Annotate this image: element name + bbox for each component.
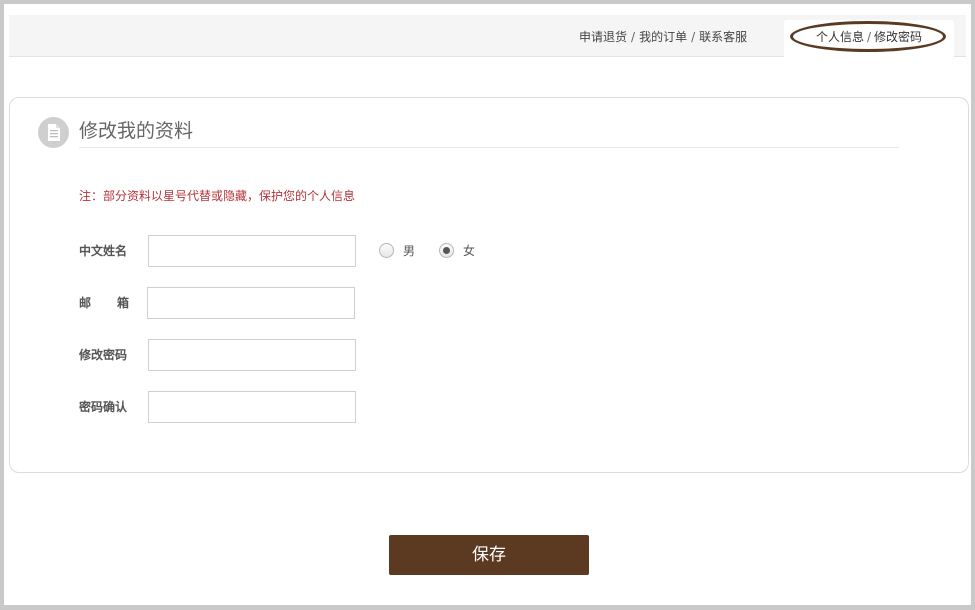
my-orders-link[interactable]: 我的订单 — [639, 30, 687, 44]
nav-separator: / — [691, 30, 696, 44]
change-password-link[interactable]: 修改密码 — [874, 30, 922, 44]
personal-info-link[interactable]: 个人信息 — [816, 30, 864, 44]
gender-male-radio[interactable] — [379, 243, 394, 258]
tab-separator: / — [866, 30, 872, 44]
email-label-part: 箱 — [116, 296, 129, 310]
gender-female-label: 女 — [463, 244, 476, 258]
email-label-part: 邮 — [79, 296, 92, 310]
name-input[interactable] — [148, 235, 356, 267]
nav-separator: / — [631, 30, 636, 44]
gender-male-label: 男 — [403, 244, 416, 258]
name-label: 中文姓名 — [79, 244, 128, 258]
password-label: 修改密码 — [79, 348, 128, 362]
return-request-link[interactable]: 申请退货 — [579, 30, 627, 44]
privacy-note: 注：部分资料以星号代替或隐藏，保护您的个人信息 — [79, 189, 356, 203]
title-divider — [79, 147, 899, 148]
confirm-password-input[interactable] — [148, 391, 356, 423]
tab-personal-info[interactable]: 个人信息 / 修改密码 — [784, 20, 954, 58]
confirm-password-label: 密码确认 — [79, 400, 128, 414]
tab-personal-info-label: 个人信息 / 修改密码 — [784, 20, 954, 54]
password-input[interactable] — [148, 339, 356, 371]
top-nav: 申请退货 / 我的订单 / 联系客服 — [579, 15, 747, 57]
document-icon — [38, 117, 69, 148]
save-button[interactable]: 保存 — [389, 535, 589, 575]
page-title: 修改我的资料 — [79, 120, 194, 142]
gender-female-radio[interactable] — [439, 243, 454, 258]
email-label: 邮 箱 — [79, 294, 129, 312]
email-input[interactable] — [147, 287, 355, 319]
contact-service-link[interactable]: 联系客服 — [699, 30, 747, 44]
